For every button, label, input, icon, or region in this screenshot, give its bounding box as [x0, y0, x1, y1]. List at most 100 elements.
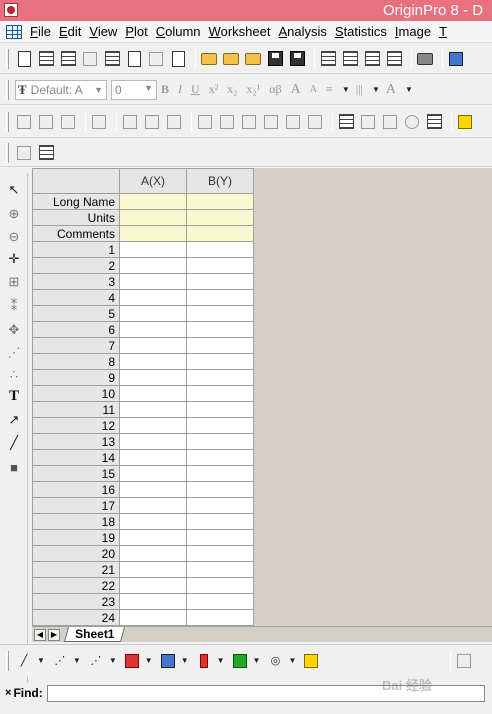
worksheet-cell[interactable] [186, 609, 254, 626]
scatter-plot-button[interactable]: ⋰ [51, 652, 69, 670]
row-header[interactable]: 24 [32, 609, 120, 626]
template-library-button[interactable] [302, 652, 320, 670]
worksheet-cell[interactable] [186, 401, 254, 418]
worksheet-cell[interactable] [186, 257, 254, 274]
subscript-button[interactable]: x₂ [227, 82, 237, 97]
import-excel-button[interactable] [385, 50, 403, 68]
worksheet-cell[interactable] [186, 193, 254, 210]
save-project-button[interactable] [266, 50, 284, 68]
worksheet-cell[interactable] [119, 529, 187, 546]
chevron-down-icon[interactable]: ▼ [217, 656, 225, 665]
worksheet-cell[interactable] [119, 513, 187, 530]
row-header[interactable]: 13 [32, 433, 120, 450]
rectangle-tool-icon[interactable]: ■ [5, 458, 23, 476]
row-header[interactable]: 12 [32, 417, 120, 434]
row-header[interactable]: 7 [32, 337, 120, 354]
worksheet-cell[interactable] [186, 545, 254, 562]
row-header[interactable]: 1 [32, 241, 120, 258]
new-excel-button[interactable] [59, 50, 77, 68]
worksheet-cell[interactable] [119, 337, 187, 354]
menu-item[interactable]: T [435, 24, 451, 39]
worksheet-cell[interactable] [186, 337, 254, 354]
code-builder-button[interactable] [447, 50, 465, 68]
menu-item[interactable]: Plot [121, 24, 151, 39]
worksheet-cell[interactable] [186, 305, 254, 322]
chevron-down-icon[interactable]: ▼ [37, 656, 45, 665]
worksheet-menu-icon[interactable] [6, 24, 22, 39]
worksheet-cell[interactable] [186, 449, 254, 466]
worksheet-cell[interactable] [119, 497, 187, 514]
worksheet-cell[interactable] [186, 465, 254, 482]
row-header[interactable]: 16 [32, 481, 120, 498]
toolbar-grip[interactable] [6, 142, 9, 163]
worksheet-cell[interactable] [119, 273, 187, 290]
scale-icon[interactable]: ⁑ [5, 297, 23, 315]
row-header[interactable]: Comments [32, 225, 120, 242]
line-pattern-icon[interactable]: ||| [356, 82, 363, 97]
grid-layers-button[interactable] [165, 113, 183, 131]
menu-item[interactable]: Statistics [331, 24, 391, 39]
worksheet-cell[interactable] [119, 385, 187, 402]
new-notes-button[interactable] [169, 50, 187, 68]
decrease-font-button[interactable]: A [310, 84, 317, 95]
column-button[interactable] [381, 113, 399, 131]
worksheet-cell[interactable] [186, 433, 254, 450]
worksheet-cell[interactable] [186, 385, 254, 402]
worksheet-cell[interactable] [186, 417, 254, 434]
zoom-out-icon[interactable]: ⊖ [5, 228, 23, 246]
worksheet-cell[interactable] [186, 497, 254, 514]
draw-data-icon[interactable]: ⋰ [5, 344, 23, 362]
worksheet-cell[interactable] [186, 513, 254, 530]
open-template-button[interactable] [222, 50, 240, 68]
underline-button[interactable]: U [191, 82, 200, 97]
menu-item[interactable]: Edit [55, 24, 85, 39]
row-header[interactable]: 10 [32, 385, 120, 402]
line-plot-button[interactable]: ╱ [15, 652, 33, 670]
table-button[interactable] [425, 113, 443, 131]
bold-button[interactable]: B [161, 82, 169, 97]
sheet-tab[interactable]: Sheet1 [63, 627, 126, 642]
worksheet-cell[interactable] [119, 465, 187, 482]
new-function-button[interactable] [125, 50, 143, 68]
import-single-ascii-button[interactable] [319, 50, 337, 68]
row-header[interactable]: 5 [32, 305, 120, 322]
worksheet-cell[interactable] [119, 257, 187, 274]
layer-button[interactable] [59, 113, 77, 131]
worksheet-cell[interactable] [119, 561, 187, 578]
menu-item[interactable]: Image [391, 24, 435, 39]
row-header[interactable]: 15 [32, 465, 120, 482]
fit-button[interactable] [455, 652, 473, 670]
axis-l-button[interactable] [196, 113, 214, 131]
worksheet-cell[interactable] [119, 593, 187, 610]
tab-scroll-left-icon[interactable]: ◀ [34, 628, 46, 641]
menu-item[interactable]: View [85, 24, 121, 39]
row-header[interactable]: Units [32, 209, 120, 226]
new-graph-button[interactable] [81, 50, 99, 68]
list-button[interactable] [337, 113, 355, 131]
chevron-down-icon[interactable]: ▼ [73, 656, 81, 665]
row-header[interactable]: Long Name [32, 193, 120, 210]
worksheet-cell[interactable] [119, 609, 187, 626]
column-plot-button[interactable] [123, 652, 141, 670]
row-header[interactable]: 21 [32, 561, 120, 578]
increase-font-button[interactable]: A [291, 82, 301, 98]
worksheet-cell[interactable] [119, 481, 187, 498]
row-header[interactable]: 9 [32, 369, 120, 386]
new-matrix-button[interactable] [103, 50, 121, 68]
worksheet-cell[interactable] [186, 529, 254, 546]
worksheet-cell[interactable] [186, 321, 254, 338]
corner-header[interactable] [32, 168, 120, 194]
open-button[interactable] [200, 50, 218, 68]
new-workbook-button[interactable] [37, 50, 55, 68]
worksheet-cell[interactable] [119, 545, 187, 562]
menu-item[interactable]: Column [152, 24, 205, 39]
3d-plot-button[interactable] [231, 652, 249, 670]
toolbar-grip[interactable] [6, 111, 9, 132]
zoom-in-icon[interactable]: ⊕ [5, 205, 23, 223]
axis-open-button[interactable] [284, 113, 302, 131]
axis-u-button[interactable] [240, 113, 258, 131]
chevron-down-icon[interactable]: ▼ [288, 656, 296, 665]
align-layers-button[interactable] [143, 113, 161, 131]
font-color-icon[interactable]: A [386, 82, 396, 98]
worksheet-cell[interactable] [119, 577, 187, 594]
